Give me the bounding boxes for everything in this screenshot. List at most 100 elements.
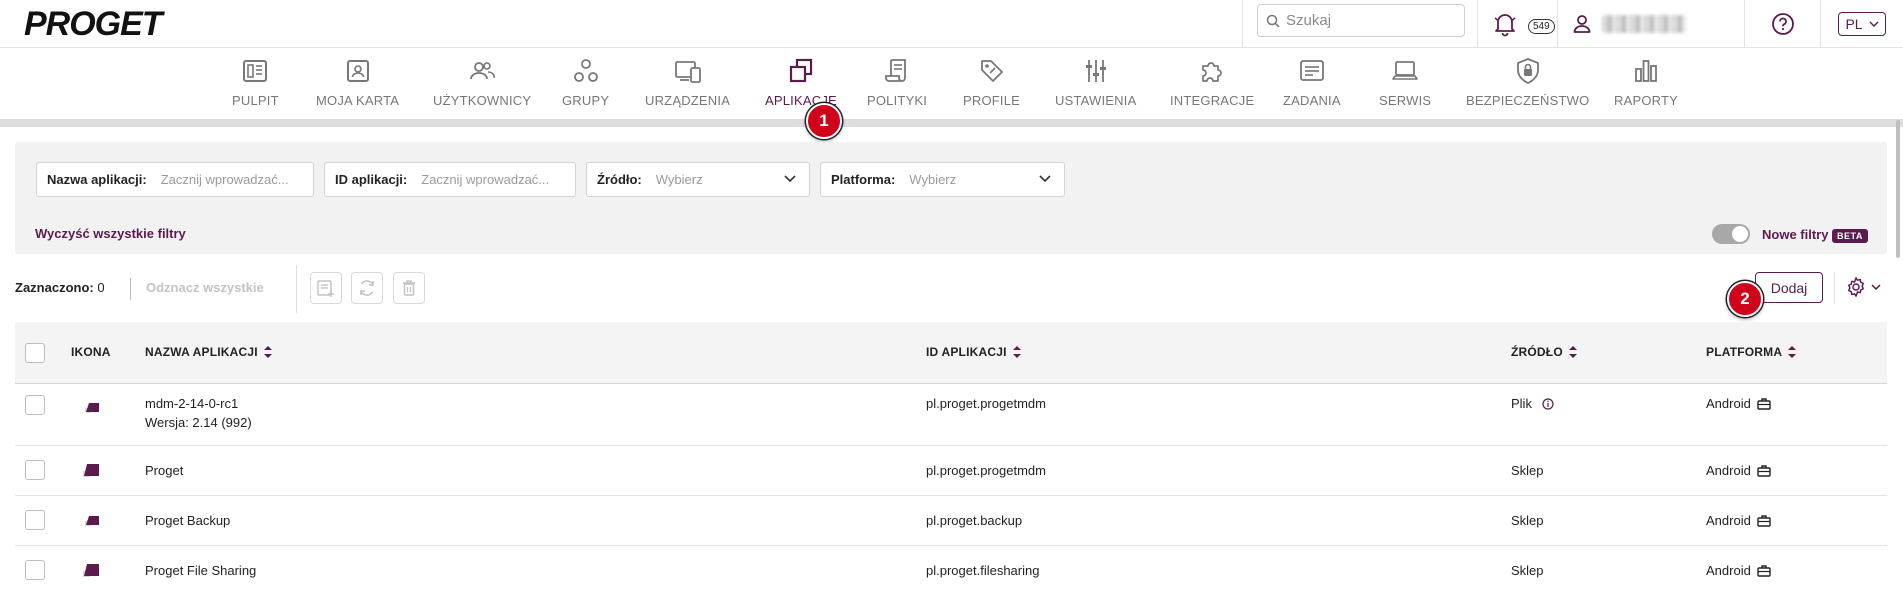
app-id: pl.proget.backup [926, 513, 1023, 528]
row-checkbox[interactable] [25, 460, 45, 480]
app-name[interactable]: Proget [145, 463, 183, 478]
top-bar: PROGET 549 PL [0, 0, 1903, 48]
filter-value: Wybierz [655, 172, 703, 187]
filter-label: Nazwa aplikacji: [47, 172, 147, 187]
nav-item-integracje[interactable]: INTEGRACJE [1170, 57, 1254, 108]
sort-icon[interactable] [1788, 345, 1797, 359]
user-icon [1573, 15, 1591, 33]
sort-icon[interactable] [1012, 345, 1021, 359]
column-header-id[interactable]: ID APLIKACJI [926, 345, 1021, 359]
filter-label: Platforma: [831, 172, 896, 187]
nav-item-uzytkownicy[interactable]: UŻYTKOWNICY [433, 57, 531, 108]
filter-value: Wybierz [909, 172, 957, 187]
nav-item-zadania[interactable]: ZADANIA [1283, 57, 1341, 108]
app-icon [83, 464, 99, 477]
search-input[interactable] [1286, 12, 1446, 29]
unselect-all-button[interactable]: Odznacz wszystkie [146, 280, 264, 295]
nav-item-serwis[interactable]: SERWIS [1379, 57, 1431, 108]
nav-label: GRUPY [562, 93, 610, 108]
help-icon [1771, 13, 1794, 35]
app-name[interactable]: Proget Backup [145, 513, 230, 528]
platform-cell: Android [1706, 463, 1771, 478]
nav-label: ZADANIA [1283, 93, 1341, 108]
nav-item-pulpit[interactable]: PULPIT [232, 57, 279, 108]
nav-item-polityki[interactable]: POLITYKI [867, 57, 927, 108]
table-row[interactable]: Proget Backup pl.proget.backup Sklep And… [15, 496, 1887, 546]
nav-item-moja-karta[interactable]: MOJA KARTA [316, 57, 399, 108]
laptop-icon [1392, 61, 1418, 80]
column-header-name[interactable]: NAZWA APLIKACJI [145, 345, 272, 359]
dashboard-icon [243, 60, 268, 82]
notifications-badge: 549 [1528, 19, 1555, 34]
new-filters-toggle[interactable] [1712, 224, 1750, 244]
filter-app-name[interactable]: Nazwa aplikacji: Zacznij wprowadzać... [36, 162, 314, 197]
column-header-platform[interactable]: PLATFORMA [1706, 345, 1797, 359]
divider [1834, 272, 1835, 304]
app-icon [85, 403, 99, 413]
new-filters-label: Nowe filtry [1762, 227, 1829, 242]
nav-item-bezpieczenstwo[interactable]: BEZPIECZEŃSTWO [1466, 57, 1589, 108]
column-label: IKONA [71, 345, 111, 359]
nav-label: PULPIT [232, 93, 279, 108]
app-name[interactable]: Proget File Sharing [145, 563, 256, 578]
platform-value: Android [1706, 463, 1751, 478]
proget-logo[interactable]: PROGET [24, 5, 163, 44]
page-scrollbar[interactable] [1896, 120, 1900, 258]
nav-label: RAPORTY [1614, 93, 1679, 108]
selected-count: Zaznaczono: 0 [15, 280, 105, 295]
nav-label: BEZPIECZEŃSTWO [1466, 93, 1590, 108]
filters-panel: Nazwa aplikacji: Zacznij wprowadzać... I… [15, 142, 1887, 254]
sync-button[interactable] [351, 272, 383, 304]
table-settings-button[interactable] [1845, 276, 1881, 298]
work-profile-icon [1757, 565, 1771, 577]
app-icon [83, 564, 99, 577]
info-icon[interactable] [1542, 397, 1554, 410]
sort-icon[interactable] [1568, 345, 1577, 359]
platform-value: Android [1706, 563, 1751, 578]
nav-item-grupy[interactable]: GRUPY [562, 57, 609, 108]
work-profile-icon [1757, 465, 1771, 477]
table-row[interactable]: mdm-2-14-0-rc1 Wersja: 2.14 (992) pl.pro… [15, 384, 1887, 446]
user-menu[interactable] [1557, 0, 1744, 48]
platform-cell: Android [1706, 396, 1771, 411]
table-row[interactable]: Proget pl.proget.progetmdm Sklep Android [15, 446, 1887, 496]
filter-label: Źródło: [597, 172, 642, 187]
column-header-source[interactable]: ŹRÓDŁO [1511, 345, 1577, 359]
work-profile-icon [1757, 515, 1771, 527]
applications-icon [789, 58, 813, 83]
clear-filters-link[interactable]: Wyczyść wszystkie filtry [35, 226, 186, 241]
nav-label: INTEGRACJE [1170, 93, 1255, 108]
filter-label: ID aplikacji: [335, 172, 408, 187]
app-name-cell: mdm-2-14-0-rc1 Wersja: 2.14 (992) [145, 396, 252, 430]
platform-cell: Android [1706, 563, 1771, 578]
platform-value: Android [1706, 513, 1751, 528]
step-marker-1: 1 [806, 103, 842, 139]
filter-source-select[interactable]: Źródło: Wybierz [586, 162, 810, 197]
add-button[interactable]: Dodaj [1755, 272, 1823, 303]
row-checkbox[interactable] [25, 560, 45, 580]
sort-icon[interactable] [263, 345, 272, 359]
nav-item-profile[interactable]: PROFILE [963, 57, 1020, 108]
nav-item-urzadzenia[interactable]: URZĄDZENIA [645, 57, 730, 108]
language-select[interactable]: PL [1838, 12, 1886, 36]
row-checkbox[interactable] [25, 510, 45, 530]
nav-item-raporty[interactable]: RAPORTY [1614, 57, 1678, 108]
source-value: Plik [1511, 396, 1532, 411]
add-to-list-button[interactable] [310, 272, 342, 304]
chevron-down-icon [1871, 284, 1881, 290]
nav-item-ustawienia[interactable]: USTAWIENIA [1055, 57, 1136, 108]
app-version: Wersja: 2.14 (992) [145, 415, 252, 430]
nav-item-aplikacje[interactable]: APLIKACJE [765, 57, 837, 108]
app-name[interactable]: mdm-2-14-0-rc1 [145, 396, 238, 411]
table-row[interactable]: Proget File Sharing pl.proget.filesharin… [15, 546, 1887, 595]
help-button[interactable] [1744, 0, 1820, 48]
main-navigation: PULPIT MOJA KARTA UŻYTKOWNICY GRUPY URZĄ… [0, 49, 1903, 119]
search-box[interactable] [1257, 4, 1465, 37]
delete-button[interactable] [393, 272, 425, 304]
select-all-checkbox[interactable] [25, 343, 45, 363]
settings-sliders-icon [1085, 60, 1106, 82]
row-checkbox[interactable] [25, 395, 45, 415]
source-value: Sklep [1511, 563, 1544, 578]
filter-app-id[interactable]: ID aplikacji: Zacznij wprowadzać... [324, 162, 576, 197]
filter-platform-select[interactable]: Platforma: Wybierz [820, 162, 1065, 197]
